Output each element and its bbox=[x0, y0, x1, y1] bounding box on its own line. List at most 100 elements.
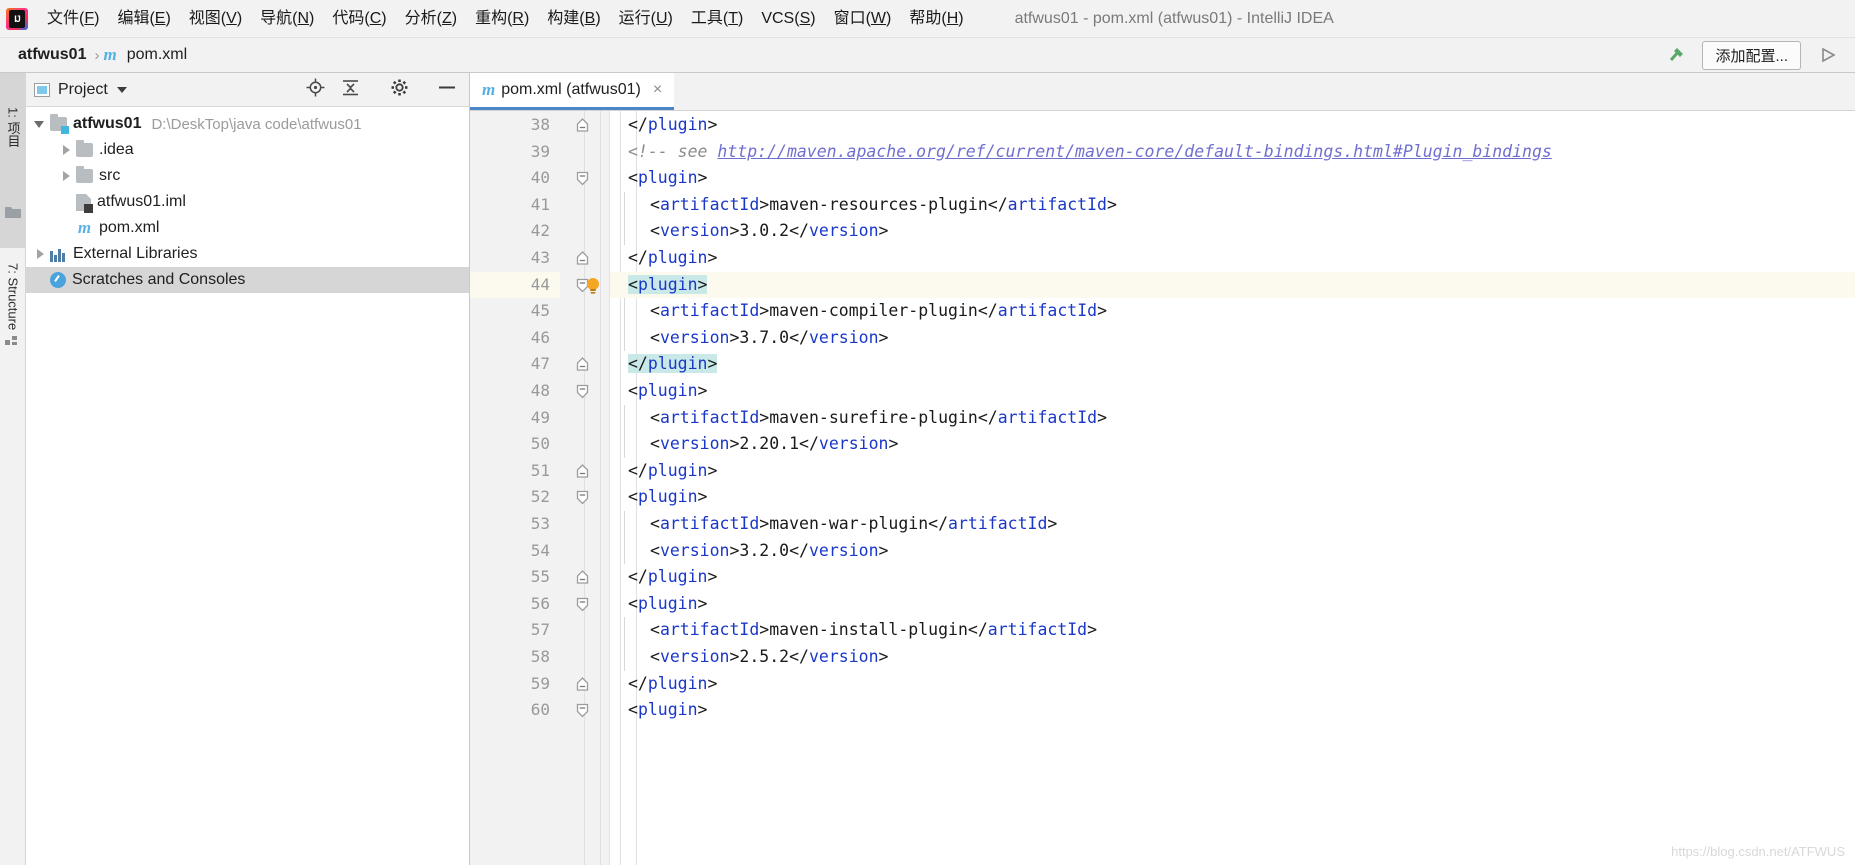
token-url[interactable]: http://maven.apache.org/ref/current/mave… bbox=[717, 142, 1551, 161]
tree-node[interactable]: Scratches and Consoles bbox=[26, 267, 469, 293]
tree-node[interactable]: .idea bbox=[26, 137, 469, 163]
close-icon[interactable]: × bbox=[653, 81, 662, 99]
token-punct: > bbox=[1097, 301, 1107, 321]
code-line[interactable]: <artifactId>maven-install-plugin</artifa… bbox=[610, 617, 1855, 644]
token-punct: </ bbox=[628, 567, 648, 587]
code-line[interactable]: </plugin> bbox=[610, 245, 1855, 272]
chevron-right-icon[interactable] bbox=[32, 246, 48, 262]
hammer-icon[interactable] bbox=[1662, 42, 1692, 68]
sidebar-item-project-tab[interactable]: 1: 项目 bbox=[0, 73, 26, 248]
token-punct: </ bbox=[799, 434, 819, 454]
code-line[interactable]: </plugin> bbox=[610, 564, 1855, 591]
token-punct: </ bbox=[967, 620, 988, 640]
chevron-down-icon[interactable] bbox=[32, 116, 48, 132]
code-line[interactable]: <version>3.7.0</version> bbox=[610, 324, 1855, 352]
code-line[interactable]: <artifactId>maven-war-plugin</artifactId… bbox=[610, 511, 1855, 538]
menu-item-11[interactable]: 窗口(W) bbox=[825, 5, 901, 33]
line-number: 43 bbox=[530, 248, 550, 267]
code-line[interactable]: <version>3.2.0</version> bbox=[610, 537, 1855, 565]
token-punct: </ bbox=[628, 354, 648, 374]
token-punct: < bbox=[628, 593, 638, 613]
code-line[interactable]: <artifactId>maven-compiler-plugin</artif… bbox=[610, 298, 1855, 325]
hide-icon[interactable] bbox=[437, 78, 457, 102]
menu-item-3[interactable]: 导航(N) bbox=[251, 5, 323, 33]
token-text: 2.5.2 bbox=[739, 647, 790, 666]
target-locate-icon[interactable] bbox=[306, 78, 325, 102]
menu-item-6[interactable]: 重构(R) bbox=[466, 5, 538, 33]
run-triangle-icon[interactable] bbox=[1811, 42, 1845, 68]
code-line[interactable]: </plugin> bbox=[610, 671, 1855, 698]
code-line[interactable]: <version>2.20.1</version> bbox=[610, 431, 1855, 458]
menu-item-10[interactable]: VCS(S) bbox=[752, 5, 824, 33]
chevron-right-icon[interactable] bbox=[58, 142, 74, 158]
token-tag: version bbox=[818, 434, 889, 454]
token-punct: </ bbox=[628, 248, 648, 267]
line-number: 47 bbox=[530, 354, 550, 374]
code-line[interactable]: <version>3.0.2</version> bbox=[610, 218, 1855, 245]
indent-guide bbox=[624, 617, 625, 644]
token-punct: > bbox=[759, 514, 770, 533]
code-line[interactable]: <artifactId>maven-resources-plugin</arti… bbox=[610, 191, 1855, 219]
menu-item-8[interactable]: 运行(U) bbox=[610, 5, 682, 33]
code-line[interactable]: </plugin> bbox=[610, 351, 1855, 378]
line-number: 51 bbox=[530, 460, 550, 480]
menu-item-4[interactable]: 代码(C) bbox=[323, 5, 395, 33]
chevron-down-icon[interactable] bbox=[116, 86, 127, 93]
code-line[interactable]: </plugin> bbox=[610, 112, 1855, 139]
line-number: 56 bbox=[530, 593, 550, 613]
code-tokens: </plugin> bbox=[628, 248, 717, 267]
code-line[interactable]: <!-- see http://maven.apache.org/ref/cur… bbox=[610, 139, 1855, 166]
code-content[interactable]: </plugin> <!-- see http://maven.apache.or… bbox=[610, 111, 1855, 865]
tree-node[interactable]: External Libraries bbox=[26, 241, 469, 267]
breadcrumb-item-project[interactable]: atfwus01 bbox=[14, 44, 90, 66]
tree-node[interactable]: atfwus01.iml bbox=[26, 189, 469, 215]
code-line[interactable]: </plugin> bbox=[610, 458, 1855, 485]
add-configuration-button[interactable]: 添加配置... bbox=[1702, 40, 1801, 70]
token-punct: > bbox=[697, 593, 708, 613]
editor-gutter-and-code: 38 39 40 41 42 43 44 45 46 47 48 49 50 51 52 53 54 55 56 57… bbox=[470, 111, 1855, 865]
menu-item-7[interactable]: 构建(B) bbox=[538, 5, 609, 33]
menu-item-2[interactable]: 视图(V) bbox=[180, 5, 251, 33]
menu-item-1[interactable]: 编辑(E) bbox=[108, 5, 179, 33]
structure-icon bbox=[5, 331, 21, 347]
tree-node[interactable]: m pom.xml bbox=[26, 215, 469, 241]
token-tag: version bbox=[659, 221, 730, 241]
token-punct: > bbox=[707, 567, 718, 587]
breadcrumb-item-file[interactable]: pom.xml bbox=[123, 44, 191, 66]
code-line[interactable]: <plugin> bbox=[610, 591, 1855, 618]
gear-icon[interactable] bbox=[390, 78, 409, 102]
code-line[interactable]: <plugin> bbox=[610, 378, 1855, 405]
code-line[interactable]: <plugin> bbox=[610, 697, 1855, 724]
token-punct: < bbox=[628, 381, 638, 400]
code-line[interactable]: <version>2.5.2</version> bbox=[610, 644, 1855, 671]
tree-node-label: pom.xml bbox=[99, 219, 160, 236]
code-line-text: </plugin> bbox=[610, 458, 1855, 485]
code-line[interactable]: <plugin> bbox=[610, 484, 1855, 511]
collapse-all-icon[interactable] bbox=[341, 78, 360, 102]
token-punct: > bbox=[707, 248, 718, 267]
menu-item-5[interactable]: 分析(Z) bbox=[396, 5, 466, 33]
menu-item-0[interactable]: 文件(F) bbox=[38, 5, 108, 33]
menu-item-12[interactable]: 帮助(H) bbox=[900, 5, 972, 33]
sidebar-item-structure-tab[interactable]: 7: Structure bbox=[0, 251, 26, 401]
code-line[interactable]: <plugin> bbox=[610, 165, 1855, 192]
menu-item-9[interactable]: 工具(T) bbox=[682, 5, 752, 33]
code-line-text: <artifactId>maven-surefire-plugin</artif… bbox=[610, 405, 1855, 432]
intention-bulb-icon[interactable] bbox=[584, 272, 602, 299]
token-tag: version bbox=[659, 327, 730, 347]
code-line-text: <version>2.20.1</version> bbox=[610, 431, 1855, 458]
code-line-text: </plugin> bbox=[610, 351, 1855, 378]
tree-node[interactable]: src bbox=[26, 163, 469, 189]
tree-node[interactable]: atfwus01 D:\DeskTop\java code\atfwus01 bbox=[26, 111, 469, 137]
code-line[interactable]: <artifactId>maven-surefire-plugin</artif… bbox=[610, 404, 1855, 432]
token-text: 3.0.2 bbox=[739, 221, 790, 241]
token-tag: version bbox=[659, 434, 730, 454]
token-punct: > bbox=[878, 221, 889, 241]
code-line-text: <artifactId>maven-compiler-plugin</artif… bbox=[610, 298, 1855, 325]
code-line[interactable]: <plugin> bbox=[610, 271, 1855, 299]
tab-pom-xml[interactable]: m pom.xml (atfwus01) × bbox=[470, 73, 675, 110]
token-punct: > bbox=[697, 168, 708, 188]
code-line-text: <version>2.5.2</version> bbox=[610, 644, 1855, 671]
code-tokens: <plugin> bbox=[628, 381, 707, 400]
chevron-right-icon[interactable] bbox=[58, 168, 74, 184]
